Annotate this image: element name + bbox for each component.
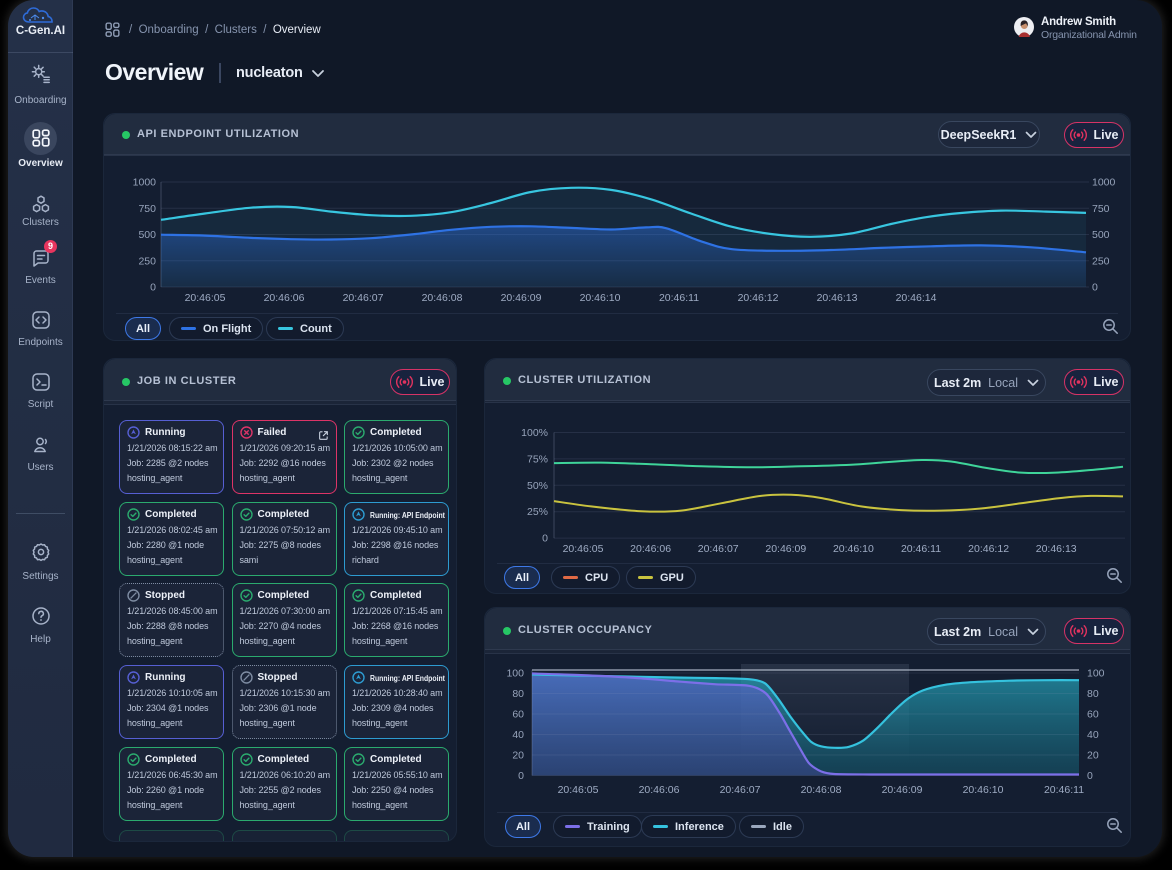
svg-text:40: 40 — [512, 729, 524, 741]
svg-text:60: 60 — [512, 709, 524, 721]
svg-text:20:46:06: 20:46:06 — [639, 784, 680, 796]
svg-text:250: 250 — [138, 255, 156, 267]
svg-text:20:46:08: 20:46:08 — [801, 784, 842, 796]
svg-text:20:46:13: 20:46:13 — [817, 292, 858, 304]
svg-text:20:46:06: 20:46:06 — [264, 292, 305, 304]
svg-text:80: 80 — [512, 688, 524, 700]
svg-text:250: 250 — [1092, 255, 1110, 267]
svg-text:25%: 25% — [527, 506, 548, 518]
svg-text:500: 500 — [1092, 229, 1110, 241]
svg-text:20:46:10: 20:46:10 — [580, 292, 621, 304]
svg-text:20:46:07: 20:46:07 — [698, 543, 739, 555]
svg-text:40: 40 — [1087, 729, 1099, 741]
svg-text:1000: 1000 — [133, 177, 157, 189]
svg-text:20:46:06: 20:46:06 — [630, 543, 671, 555]
svg-text:20:46:05: 20:46:05 — [185, 292, 226, 304]
svg-text:1000: 1000 — [1092, 177, 1116, 189]
svg-text:60: 60 — [1087, 709, 1099, 721]
svg-text:20: 20 — [512, 750, 524, 762]
svg-text:20:46:08: 20:46:08 — [422, 292, 463, 304]
svg-text:20:46:12: 20:46:12 — [968, 543, 1009, 555]
svg-text:100: 100 — [1087, 668, 1105, 680]
svg-text:20:46:10: 20:46:10 — [833, 543, 874, 555]
svg-text:20:46:05: 20:46:05 — [563, 543, 604, 555]
svg-text:20:46:11: 20:46:11 — [901, 543, 941, 555]
svg-text:0: 0 — [150, 282, 156, 294]
svg-text:80: 80 — [1087, 688, 1099, 700]
svg-text:750: 750 — [138, 203, 156, 215]
svg-text:20:46:09: 20:46:09 — [882, 784, 923, 796]
svg-text:20:46:11: 20:46:11 — [1044, 784, 1084, 796]
svg-text:100: 100 — [506, 668, 524, 680]
svg-text:20:46:07: 20:46:07 — [720, 784, 761, 796]
svg-text:20:46:09: 20:46:09 — [765, 543, 806, 555]
svg-text:20:46:14: 20:46:14 — [896, 292, 937, 304]
svg-text:0: 0 — [542, 533, 548, 545]
svg-text:20:46:07: 20:46:07 — [343, 292, 384, 304]
svg-text:20:46:11: 20:46:11 — [659, 292, 699, 304]
svg-text:20: 20 — [1087, 750, 1099, 762]
svg-text:75%: 75% — [527, 453, 548, 465]
svg-text:0: 0 — [1087, 770, 1093, 782]
svg-text:20:46:05: 20:46:05 — [558, 784, 599, 796]
svg-text:0: 0 — [1092, 282, 1098, 294]
svg-text:0: 0 — [518, 770, 524, 782]
svg-text:20:46:12: 20:46:12 — [738, 292, 779, 304]
svg-text:100%: 100% — [521, 427, 548, 439]
svg-text:500: 500 — [138, 229, 156, 241]
svg-text:20:46:09: 20:46:09 — [501, 292, 542, 304]
svg-text:20:46:10: 20:46:10 — [963, 784, 1004, 796]
svg-text:750: 750 — [1092, 203, 1110, 215]
svg-text:50%: 50% — [527, 480, 548, 492]
svg-text:20:46:13: 20:46:13 — [1036, 543, 1077, 555]
